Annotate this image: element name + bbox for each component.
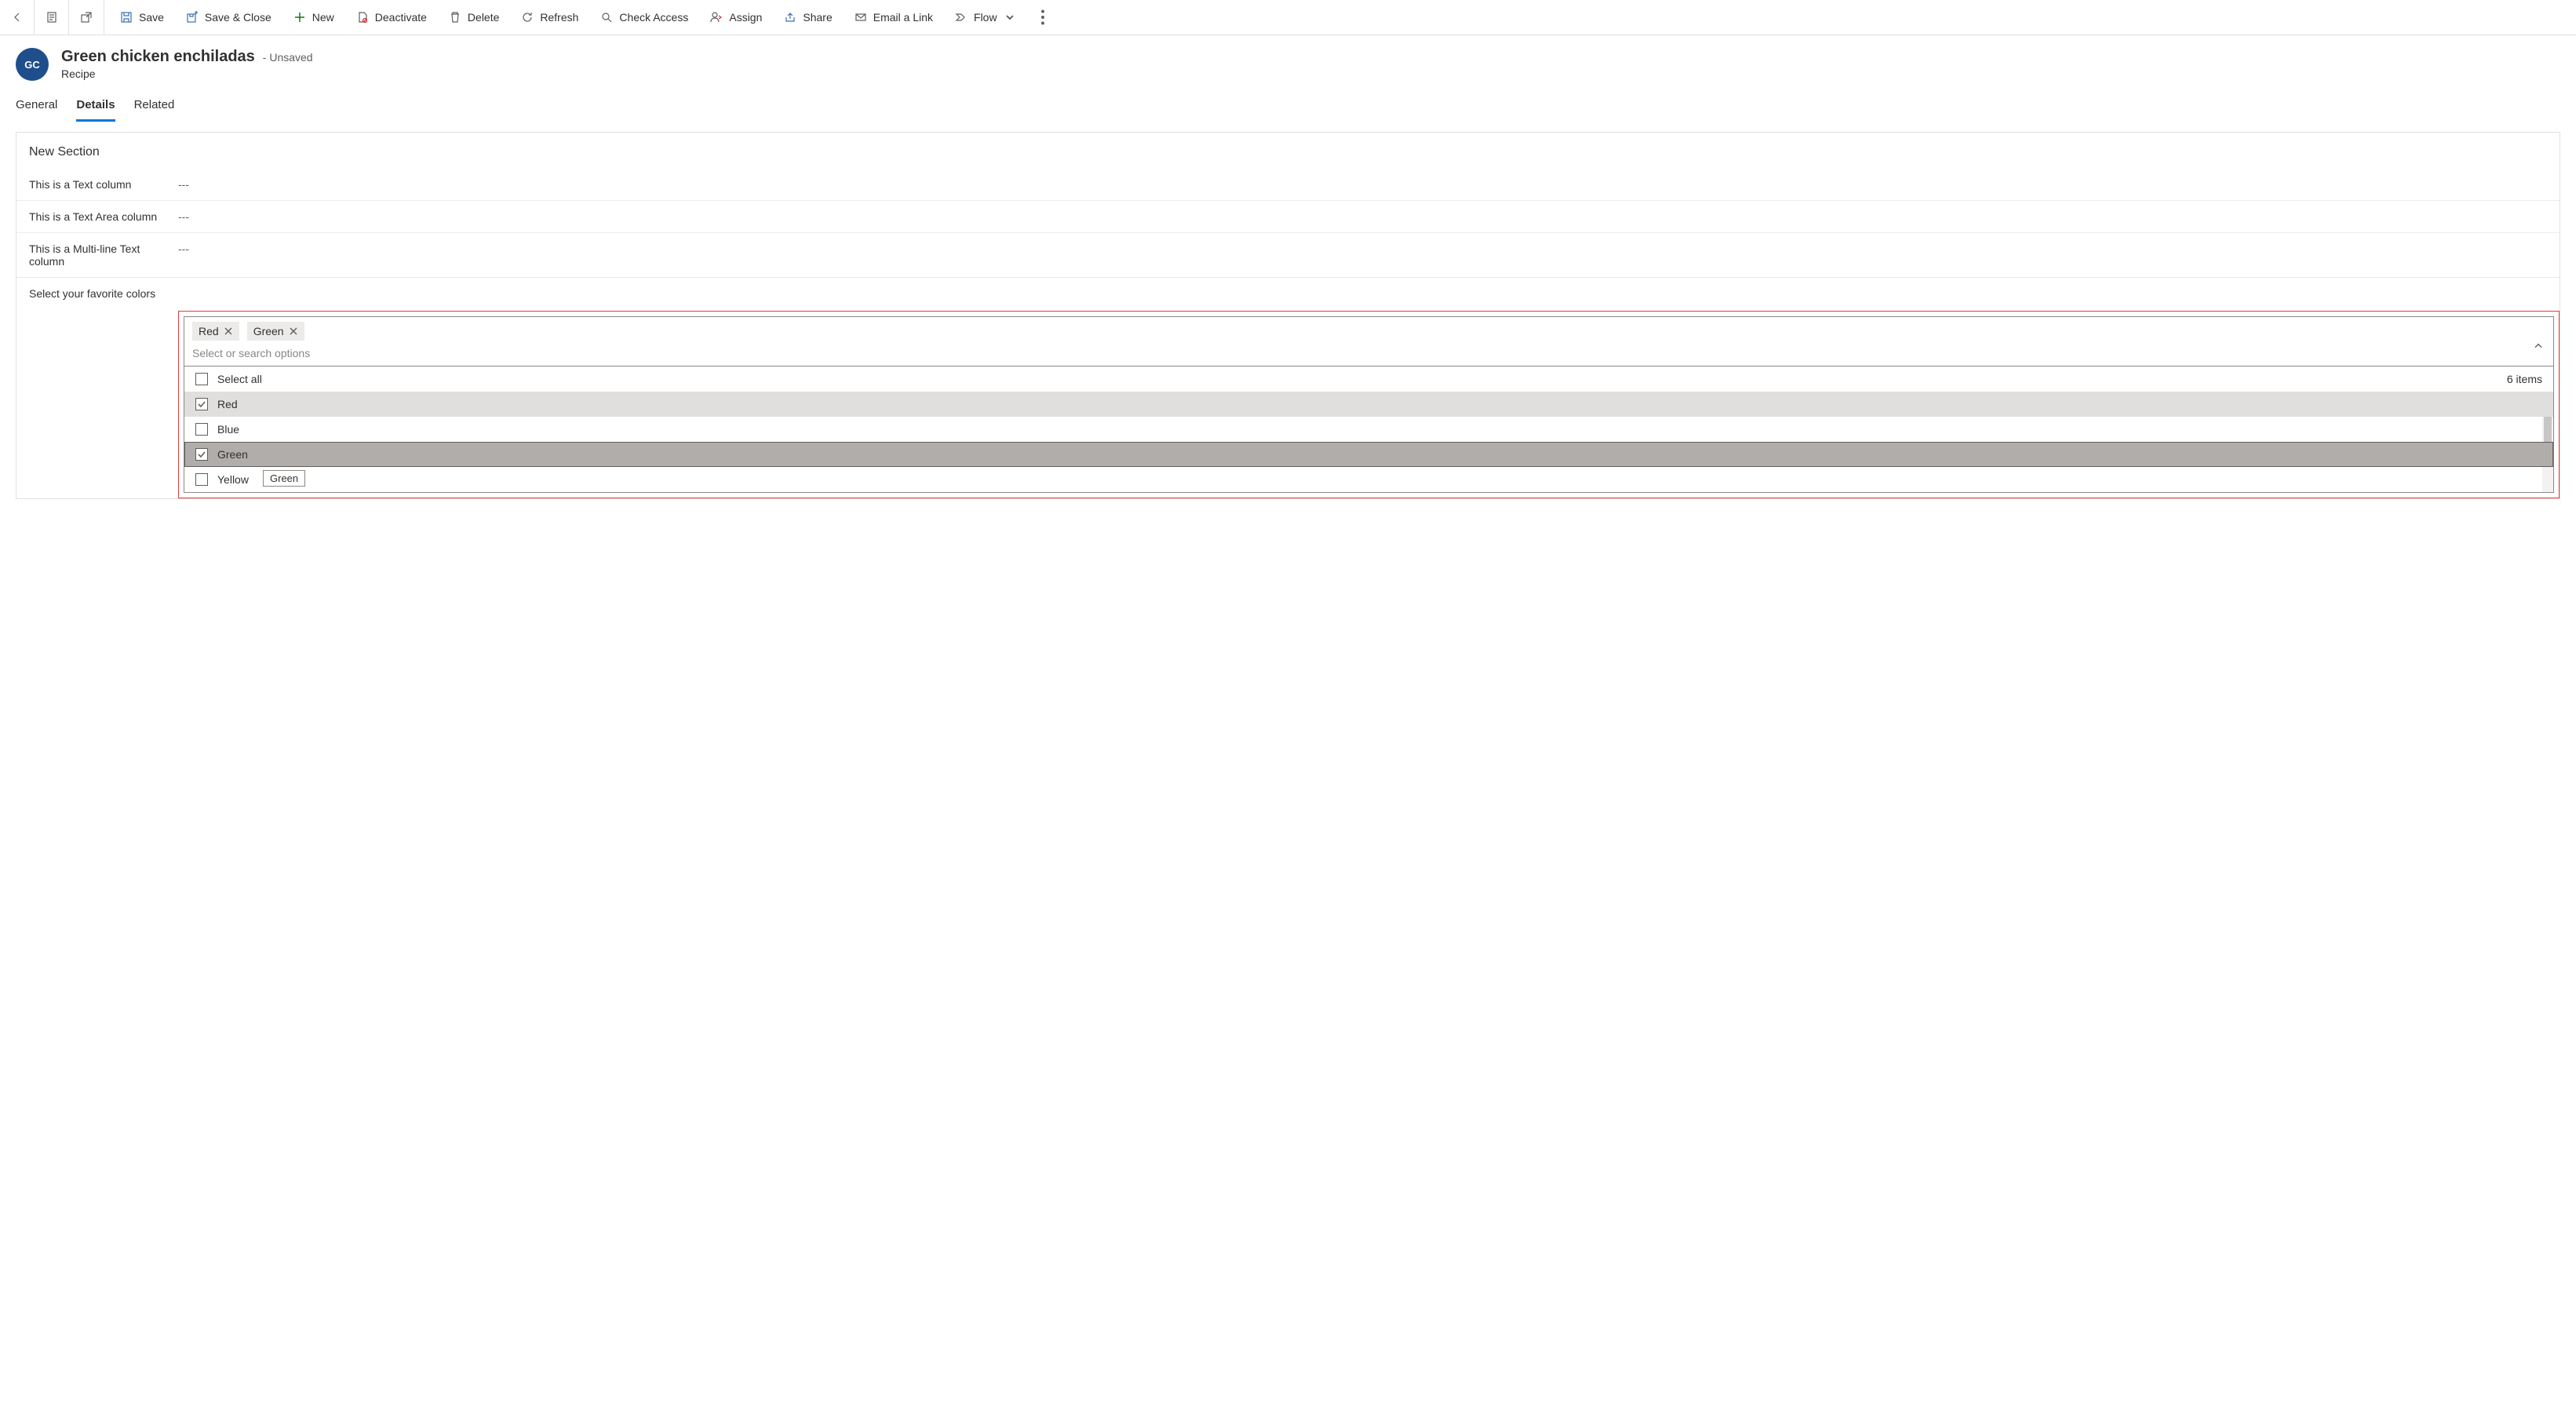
option-label: Red (217, 398, 238, 410)
avatar-initials: GC (24, 59, 40, 71)
plus-icon (293, 11, 306, 24)
chip-label: Green (253, 325, 284, 337)
field-label-textarea: This is a Text Area column (29, 210, 178, 223)
overflow-button[interactable] (1029, 3, 1057, 31)
new-label: New (312, 11, 334, 24)
field-value-textarea[interactable]: --- (178, 210, 2547, 223)
chip-remove-icon[interactable] (289, 326, 298, 336)
option-yellow[interactable]: Yellow Green (184, 467, 2553, 492)
back-button[interactable] (0, 0, 35, 35)
save-close-icon (186, 11, 199, 24)
chip-green: Green (247, 322, 304, 341)
chip-label: Red (199, 325, 219, 337)
deactivate-label: Deactivate (375, 11, 427, 24)
arrow-left-icon (11, 11, 24, 24)
check-access-icon (600, 11, 613, 24)
checkbox-unchecked-icon (195, 473, 208, 486)
task-pane-button[interactable] (35, 0, 69, 35)
select-all-option[interactable]: Select all (195, 373, 262, 385)
save-close-label: Save & Close (205, 11, 271, 24)
share-label: Share (803, 11, 832, 24)
tab-related[interactable]: Related (134, 93, 175, 122)
check-access-label: Check Access (619, 11, 688, 24)
new-button[interactable]: New (284, 3, 344, 31)
refresh-button[interactable]: Refresh (512, 3, 588, 31)
tab-details[interactable]: Details (76, 93, 115, 122)
more-vertical-icon (1033, 8, 1052, 27)
popout-button[interactable] (69, 0, 104, 35)
save-label: Save (139, 11, 164, 24)
flow-button[interactable]: Flow (946, 3, 1026, 31)
multiselect-combobox[interactable]: Red Green Select all 6 items (184, 316, 2554, 493)
email-icon (854, 11, 867, 24)
deactivate-button[interactable]: Deactivate (347, 3, 436, 31)
flow-label: Flow (974, 11, 997, 24)
flow-icon (955, 11, 967, 24)
document-icon (46, 11, 58, 24)
option-blue[interactable]: Blue (184, 417, 2553, 442)
checkbox-checked-icon (195, 398, 208, 410)
page-title: Green chicken enchiladas (61, 48, 255, 66)
assign-icon (710, 11, 723, 24)
checkbox-checked-icon (195, 448, 208, 461)
checkbox-unchecked-icon (195, 373, 208, 385)
assign-button[interactable]: Assign (701, 3, 771, 31)
option-label: Yellow (217, 473, 249, 486)
popout-icon (80, 11, 93, 24)
record-type: Recipe (61, 67, 313, 80)
field-label-text: This is a Text column (29, 178, 178, 191)
chevron-down-icon (1004, 11, 1016, 24)
chip-remove-icon[interactable] (224, 326, 233, 336)
saved-state: - Unsaved (263, 51, 313, 64)
assign-label: Assign (729, 11, 762, 24)
refresh-icon (521, 11, 534, 24)
email-link-label: Email a Link (873, 11, 933, 24)
share-button[interactable]: Share (774, 3, 841, 31)
option-red[interactable]: Red (184, 392, 2553, 417)
save-icon (120, 11, 133, 24)
item-count: 6 items (2507, 373, 2542, 385)
tooltip: Green (263, 470, 305, 487)
check-access-button[interactable]: Check Access (591, 3, 698, 31)
save-close-button[interactable]: Save & Close (177, 3, 281, 31)
deactivate-icon (356, 11, 369, 24)
chip-red: Red (192, 322, 239, 341)
multiselect-search-input[interactable] (192, 345, 2545, 361)
select-all-label: Select all (217, 373, 262, 385)
chevron-up-icon[interactable] (2533, 341, 2544, 352)
field-value-multiline[interactable]: --- (178, 243, 2547, 255)
section-title: New Section (16, 145, 2560, 169)
field-value-text[interactable]: --- (178, 178, 2547, 191)
share-icon (784, 11, 796, 24)
option-label: Blue (217, 423, 239, 436)
option-green[interactable]: Green (184, 442, 2553, 467)
delete-label: Delete (468, 11, 499, 24)
email-link-button[interactable]: Email a Link (845, 3, 942, 31)
option-label: Green (217, 448, 248, 461)
save-button[interactable]: Save (111, 3, 173, 31)
multiselect-highlight: Red Green Select all 6 items (178, 311, 2560, 498)
refresh-label: Refresh (540, 11, 578, 24)
field-label-multiline: This is a Multi-line Text column (29, 243, 178, 268)
avatar: GC (16, 48, 49, 81)
delete-button[interactable]: Delete (439, 3, 508, 31)
field-label-favcolors: Select your favorite colors (29, 287, 178, 300)
trash-icon (449, 11, 461, 24)
tab-general[interactable]: General (16, 93, 57, 122)
checkbox-unchecked-icon (195, 423, 208, 436)
